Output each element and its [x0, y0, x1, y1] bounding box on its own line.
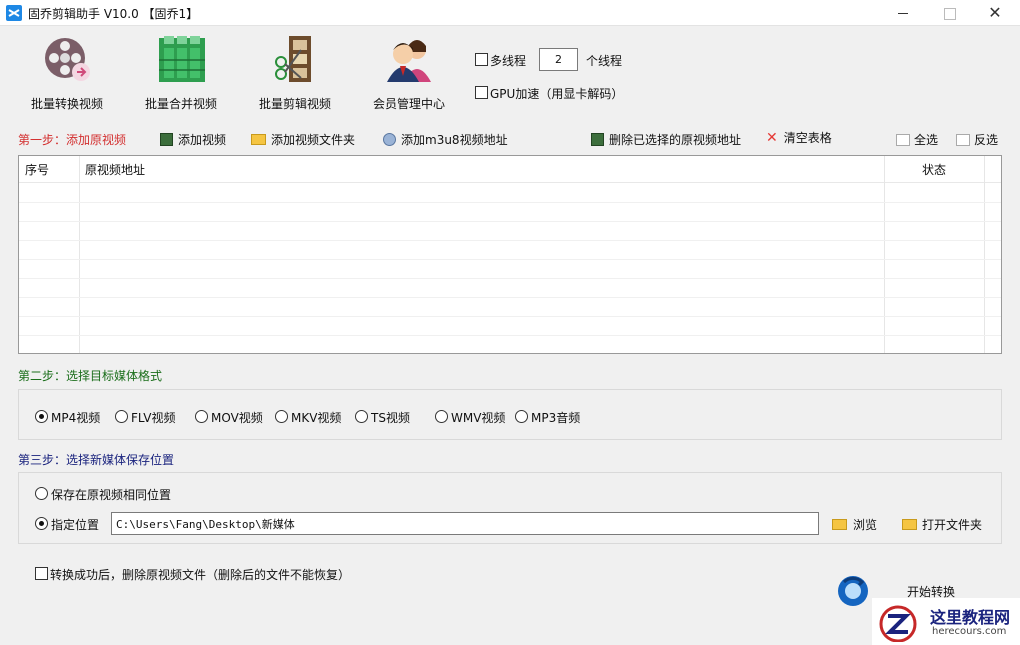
same-location-radio[interactable] [35, 487, 48, 500]
title-bar: 固乔剪辑助手 V10.0 【固乔1】 ✕ [0, 0, 1020, 26]
format-radio-wmv[interactable] [435, 410, 448, 423]
table-header: 序号 原视频地址 状态 [19, 156, 1001, 183]
red-x-icon: ✕ [766, 130, 778, 146]
member-center-button[interactable]: 会员管理中心 [354, 34, 464, 114]
add-m3u8-label: 添加m3u8视频地址 [401, 133, 508, 147]
multithread-label: 多线程 [490, 54, 527, 68]
batch-merge-button[interactable]: 批量合并视频 [126, 34, 236, 114]
add-folder-label: 添加视频文件夹 [271, 133, 356, 147]
save-path-input[interactable]: C:\Users\Fang\Desktop\新媒体 [111, 512, 819, 535]
format-label-mp3: MP3音频 [531, 411, 581, 425]
gpu-checkbox[interactable] [475, 86, 488, 99]
minimize-button[interactable] [880, 0, 926, 26]
delete-after-checkbox[interactable] [35, 567, 48, 580]
custom-location-label: 指定位置 [51, 518, 100, 532]
delete-after-label: 转换成功后，删除原视频文件（删除后的文件不能恢复） [50, 568, 351, 582]
same-location-label: 保存在原视频相同位置 [51, 488, 172, 502]
page-icon [896, 134, 910, 146]
batch-convert-button[interactable]: 批量转换视频 [12, 34, 122, 114]
select-all-label: 全选 [914, 133, 939, 147]
folder-open-icon [902, 519, 917, 530]
threads-input[interactable]: 2 [539, 48, 578, 71]
format-label-mp4: MP4视频 [51, 411, 101, 425]
row-divider [19, 316, 1001, 317]
step1-title: 第一步：添加原视频 [18, 133, 127, 147]
batch-edit-button[interactable]: 批量剪辑视频 [240, 34, 350, 114]
watermark-logo-icon [876, 602, 920, 643]
column-divider [79, 156, 80, 353]
app-scissors-icon [6, 5, 22, 21]
format-label-ts: TS视频 [371, 411, 410, 425]
clear-table-label: 清空表格 [783, 131, 832, 145]
members-icon [385, 34, 435, 84]
site-watermark: 这里教程网 herecours.com [872, 598, 1020, 645]
clear-table-button[interactable]: ✕ 清空表格 [766, 129, 832, 146]
start-convert-icon[interactable] [836, 574, 870, 608]
format-radio-flv[interactable] [115, 410, 128, 423]
batch-merge-label: 批量合并视频 [144, 97, 217, 111]
film-reel-icon [43, 34, 93, 84]
col-source-header[interactable]: 原视频地址 [85, 161, 145, 178]
invert-select-button[interactable]: 反选 [956, 131, 998, 148]
format-radio-mkv[interactable] [275, 410, 288, 423]
add-video-label: 添加视频 [178, 133, 227, 147]
multithread-checkbox[interactable] [475, 53, 488, 66]
folder-add-icon [251, 134, 266, 145]
gpu-label: GPU加速（用显卡解码） [490, 87, 624, 101]
browse-button[interactable]: 浏览 [832, 516, 877, 533]
folder-search-icon [832, 519, 847, 530]
watermark-url: herecours.com [932, 626, 1007, 637]
maximize-button[interactable] [926, 0, 972, 26]
close-button[interactable]: ✕ [972, 0, 1018, 26]
row-divider [19, 202, 1001, 203]
format-label-flv: FLV视频 [131, 411, 176, 425]
col-index-header[interactable]: 序号 [25, 161, 49, 178]
page-icon [956, 134, 970, 146]
row-divider [19, 335, 1001, 336]
select-all-button[interactable]: 全选 [896, 131, 938, 148]
delete-selected-label: 删除已选择的原视频地址 [609, 133, 742, 147]
open-folder-label: 打开文件夹 [922, 518, 983, 532]
add-m3u8-button[interactable]: 添加m3u8视频地址 [383, 131, 508, 148]
step2-title: 第二步：选择目标媒体格式 [18, 369, 163, 383]
watermark-title: 这里教程网 [930, 608, 1011, 627]
col-status-header[interactable]: 状态 [922, 161, 946, 178]
link-add-icon [383, 133, 396, 146]
open-folder-button[interactable]: 打开文件夹 [902, 516, 982, 533]
column-divider [884, 156, 885, 353]
row-divider [19, 259, 1001, 260]
row-divider [19, 221, 1001, 222]
format-label-wmv: WMV视频 [451, 411, 506, 425]
step3-title: 第三步：选择新媒体保存位置 [18, 453, 175, 467]
video-table[interactable]: 序号 原视频地址 状态 [18, 155, 1002, 354]
format-radio-mov[interactable] [195, 410, 208, 423]
batch-convert-label: 批量转换视频 [30, 97, 103, 111]
format-radio-mp3[interactable] [515, 410, 528, 423]
format-label-mov: MOV视频 [211, 411, 263, 425]
format-radio-ts[interactable] [355, 410, 368, 423]
row-divider [19, 297, 1001, 298]
add-folder-button[interactable]: 添加视频文件夹 [251, 131, 355, 148]
column-divider [984, 156, 985, 353]
film-scissors-icon [271, 34, 321, 84]
film-delete-icon [591, 133, 604, 146]
delete-selected-button[interactable]: 删除已选择的原视频地址 [591, 131, 741, 148]
film-add-icon [160, 133, 173, 146]
window-title: 固乔剪辑助手 V10.0 【固乔1】 [28, 7, 199, 21]
format-label-mkv: MKV视频 [291, 411, 342, 425]
threads-suffix: 个线程 [586, 54, 623, 68]
add-video-button[interactable]: 添加视频 [160, 131, 226, 148]
member-center-label: 会员管理中心 [372, 97, 445, 111]
row-divider [19, 240, 1001, 241]
row-divider [19, 278, 1001, 279]
custom-location-radio[interactable] [35, 517, 48, 530]
format-radio-mp4[interactable] [35, 410, 48, 423]
merge-grid-icon [157, 34, 207, 84]
browse-label: 浏览 [853, 518, 878, 532]
batch-edit-label: 批量剪辑视频 [258, 97, 331, 111]
invert-select-label: 反选 [974, 133, 999, 147]
